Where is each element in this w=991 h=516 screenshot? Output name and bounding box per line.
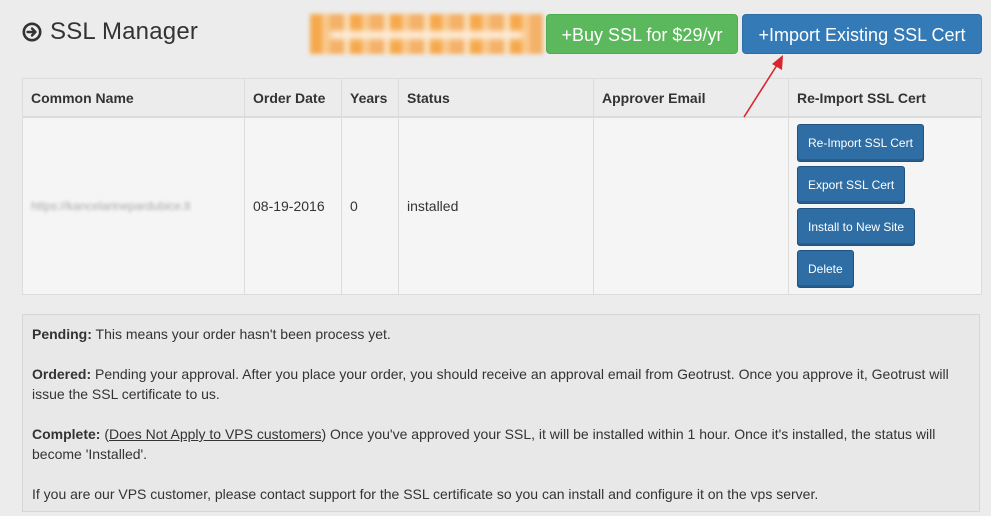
- page-title: SSL Manager: [50, 18, 199, 45]
- action-buttons: Re-Import SSL Cert Export SSL Cert Insta…: [797, 118, 973, 294]
- reimport-ssl-button[interactable]: Re-Import SSL Cert: [797, 124, 924, 162]
- ssl-cert-table: Common Name Order Date Years Status Appr…: [22, 78, 982, 295]
- buy-ssl-button[interactable]: +Buy SSL for $29/yr: [546, 14, 738, 54]
- table-row: https://kancelarinepardubice.lt 08-19-20…: [22, 116, 982, 295]
- redacted-domain-field: [310, 14, 543, 54]
- info-vps: If you are our VPS customer, please cont…: [32, 486, 819, 502]
- cell-status: installed: [398, 116, 594, 295]
- cell-actions: Re-Import SSL Cert Export SSL Cert Insta…: [788, 116, 982, 295]
- cell-common-name: https://kancelarinepardubice.lt: [22, 116, 245, 295]
- cell-years: 0: [341, 116, 399, 295]
- column-header-reimport: Re-Import SSL Cert: [788, 78, 982, 118]
- delete-button[interactable]: Delete: [797, 250, 854, 288]
- pending-label: Pending:: [32, 326, 92, 342]
- install-new-site-button[interactable]: Install to New Site: [797, 208, 916, 246]
- column-header-status: Status: [398, 78, 594, 118]
- page-header: SSL Manager: [22, 18, 198, 46]
- vps-exception-link[interactable]: Does Not Apply to VPS customers: [109, 426, 321, 442]
- info-pending: Pending: This means your order hasn't be…: [32, 324, 970, 344]
- complete-label: Complete:: [32, 426, 101, 442]
- column-header-order-date: Order Date: [244, 78, 342, 118]
- cell-order-date: 08-19-2016: [244, 116, 342, 295]
- column-header-years: Years: [341, 78, 399, 118]
- ssl-manager-page: SSL Manager +Buy SSL for $29/yr +Import …: [0, 0, 991, 516]
- complete-open: (: [100, 426, 110, 442]
- info-complete: Complete: (Does Not Apply to VPS custome…: [32, 424, 970, 464]
- ordered-label: Ordered:: [32, 366, 92, 382]
- ordered-text: Pending your approval. After you place y…: [32, 366, 949, 402]
- import-ssl-button[interactable]: +Import Existing SSL Cert: [742, 14, 982, 54]
- circle-arrow-right-icon: [22, 22, 42, 42]
- column-header-common-name: Common Name: [22, 78, 245, 118]
- column-header-approver-email: Approver Email: [593, 78, 789, 118]
- export-ssl-button[interactable]: Export SSL Cert: [797, 166, 906, 204]
- cell-approver-email: [593, 116, 789, 295]
- status-info-panel: Pending: This means your order hasn't be…: [22, 314, 980, 512]
- info-ordered: Ordered: Pending your approval. After yo…: [32, 364, 970, 404]
- pending-text: This means your order hasn't been proces…: [91, 326, 391, 342]
- table-header-row: Common Name Order Date Years Status Appr…: [22, 78, 982, 118]
